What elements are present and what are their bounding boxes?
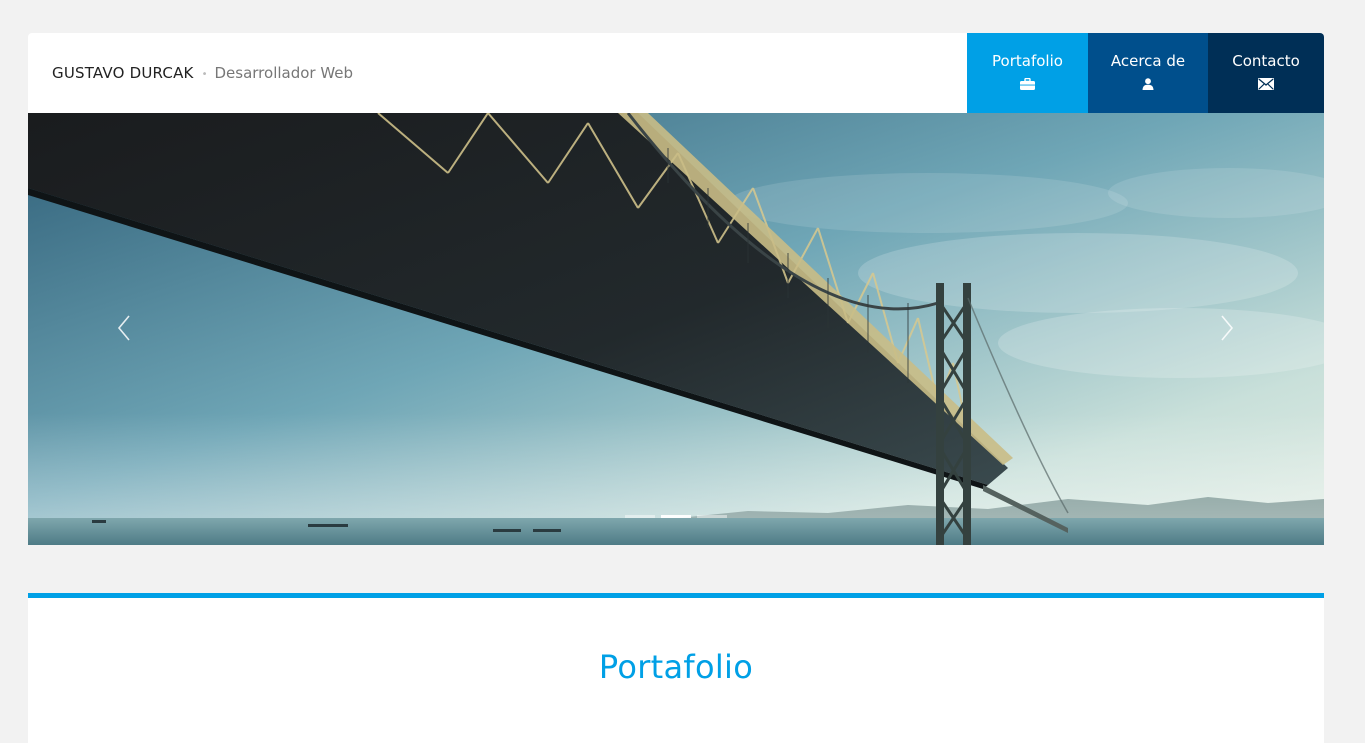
page-container: GUSTAVO DURCAK • Desarrollador Web Porta… xyxy=(28,33,1324,743)
nav-item-portafolio[interactable]: Portafolio xyxy=(967,33,1088,113)
chevron-left-icon xyxy=(117,315,130,341)
nav-item-contacto[interactable]: Contacto xyxy=(1208,33,1324,113)
nav-item-label: Acerca de xyxy=(1110,52,1186,70)
hero-carousel xyxy=(28,113,1324,545)
bridge-image xyxy=(28,113,1324,545)
nav-item-label: Portafolio xyxy=(992,52,1063,70)
envelope-icon xyxy=(1258,77,1274,90)
brand-name[interactable]: GUSTAVO DURCAK xyxy=(52,64,194,82)
chevron-right-icon xyxy=(1221,315,1234,341)
briefcase-icon xyxy=(1020,77,1035,90)
site-header: GUSTAVO DURCAK • Desarrollador Web Porta… xyxy=(28,33,1324,113)
carousel-indicator-active[interactable] xyxy=(661,515,691,518)
carousel-next-button[interactable] xyxy=(1211,313,1241,343)
section-title: Portafolio xyxy=(598,648,754,686)
nav-item-label: Contacto xyxy=(1232,52,1300,70)
carousel-indicators xyxy=(625,515,727,518)
carousel-indicator[interactable] xyxy=(697,515,727,518)
carousel-indicator[interactable] xyxy=(625,515,655,518)
main-nav: Portafolio Acerca de Contacto xyxy=(967,33,1324,113)
carousel-prev-button[interactable] xyxy=(110,313,140,343)
nav-item-acerca-de[interactable]: Acerca de xyxy=(1088,33,1208,113)
portfolio-section: Portafolio xyxy=(28,593,1324,743)
brand-role: Desarrollador Web xyxy=(214,64,354,82)
brand[interactable]: GUSTAVO DURCAK • Desarrollador Web xyxy=(52,33,353,113)
brand-separator: • xyxy=(201,68,208,80)
user-icon xyxy=(1142,77,1154,90)
